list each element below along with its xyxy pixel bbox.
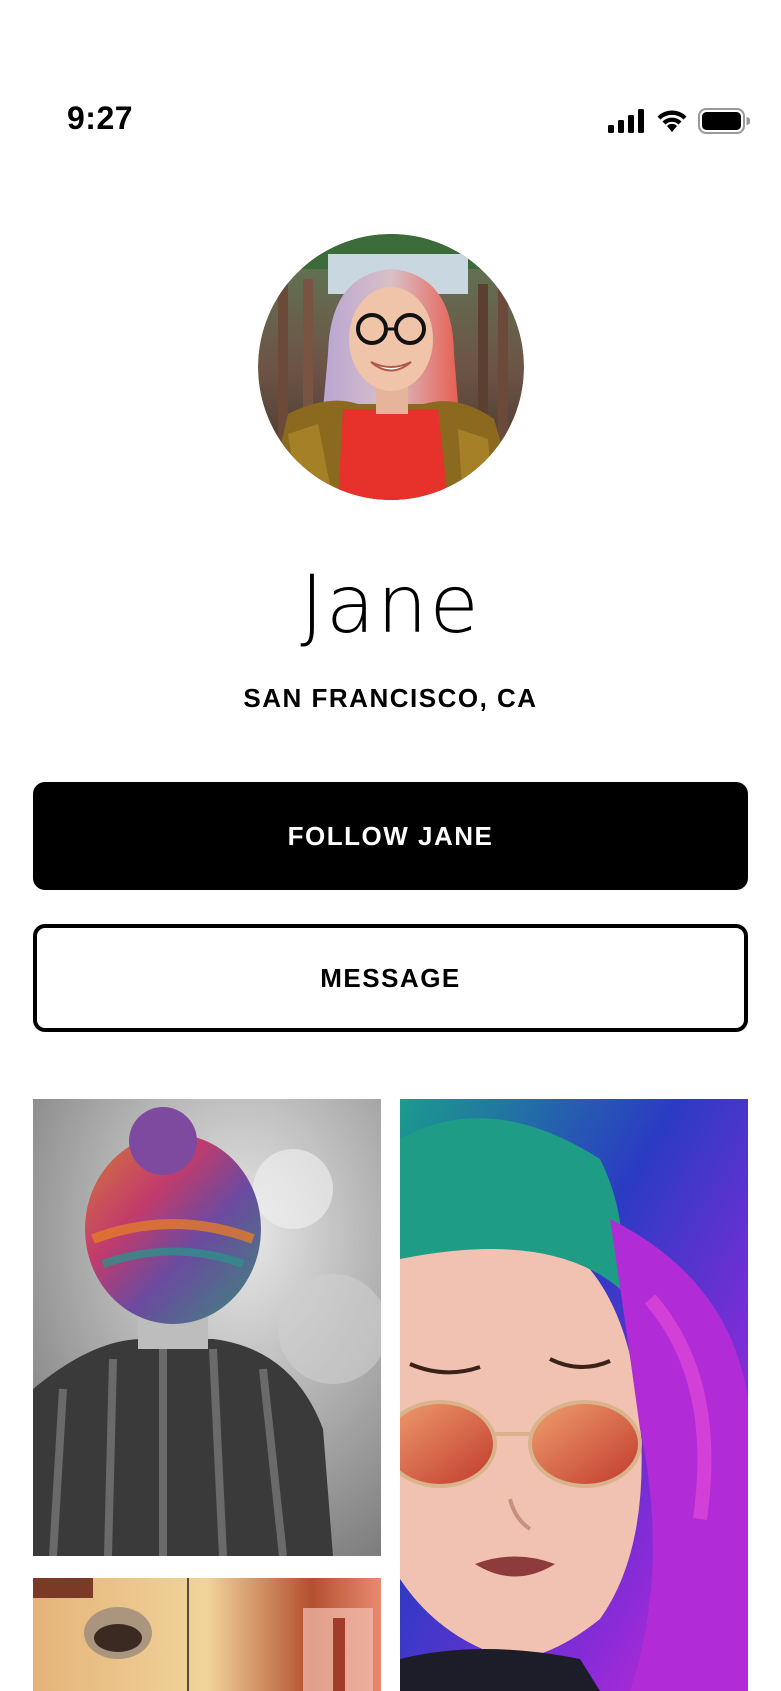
profile-name: Jane — [300, 558, 481, 651]
message-button[interactable]: MESSAGE — [33, 924, 748, 1032]
gallery-photo[interactable] — [33, 1099, 381, 1556]
wifi-icon — [656, 109, 688, 138]
cellular-signal-icon — [608, 108, 646, 138]
profile-screen: 9:27 Jane SAN FRANCISCO, CA FOLLOW JANE … — [0, 0, 781, 1691]
follow-button[interactable]: FOLLOW JANE — [33, 782, 748, 890]
profile-location: SAN FRANCISCO, CA — [243, 683, 538, 713]
gallery-photo[interactable] — [400, 1099, 748, 1691]
status-time: 9:27 — [67, 100, 134, 136]
avatar[interactable] — [258, 234, 524, 500]
battery-icon — [698, 107, 751, 139]
gallery-photo[interactable] — [33, 1578, 381, 1691]
status-icons — [608, 107, 751, 139]
